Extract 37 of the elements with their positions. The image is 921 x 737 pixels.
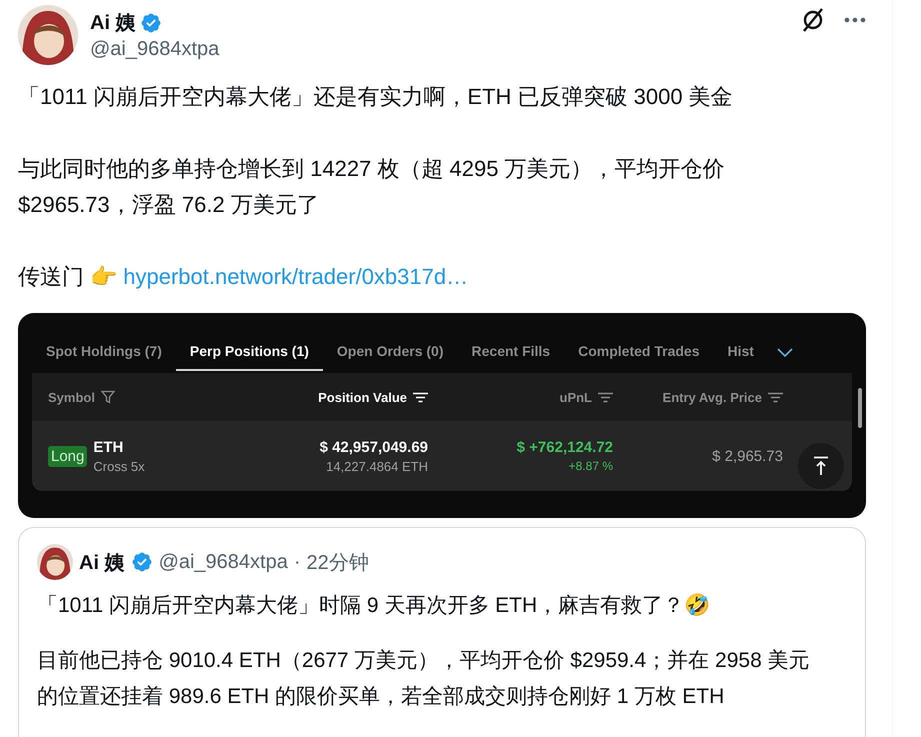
column-header[interactable]: Entry Avg. Price xyxy=(662,390,762,404)
tab[interactable]: Perp Positions (1) xyxy=(176,333,323,371)
upnl-value: $ +762,124.72 xyxy=(516,439,613,456)
side-tag: Long xyxy=(48,446,88,466)
post-text: 「1011 闪崩后开空内幕大佬」还是有实力啊，ETH 已反弹突破 3000 美金 xyxy=(18,83,734,111)
slashed-circle-icon[interactable] xyxy=(800,6,826,34)
author-handle[interactable]: @ai_9684xtpa xyxy=(90,38,788,61)
upnl-percent: +8.87 % xyxy=(568,459,613,473)
tab[interactable]: Spot Holdings (7) xyxy=(32,333,176,371)
tab[interactable]: Completed Trades xyxy=(564,333,714,371)
post-time[interactable]: 22分钟 xyxy=(306,548,369,576)
tab[interactable]: Hist xyxy=(713,333,768,371)
position-size: 14,227.4864 ETH xyxy=(326,458,428,474)
margin-mode: Cross 5x xyxy=(93,458,145,474)
scrollbar[interactable] xyxy=(858,388,862,428)
symbol: ETH xyxy=(93,438,124,456)
entry-price: $ 2,965.73 xyxy=(711,448,783,464)
post-text: 与此同时他的多单持仓增长到 14227 枚（超 4295 万美元），平均开仓价 $2965.73，浮盈 76.2 万美元了 xyxy=(18,155,726,219)
author-handle[interactable]: @ai_9684xtpa xyxy=(158,550,288,574)
separator-dot: · xyxy=(294,550,301,574)
filter-icon[interactable] xyxy=(100,390,115,404)
post-text: 「1011 闪崩后开空内幕大佬」时隔 9 天再次开多 ETH，麻吉有救了？🤣 xyxy=(37,592,712,619)
avatar-icon[interactable] xyxy=(37,544,73,580)
tab[interactable]: Recent Fills xyxy=(458,333,564,371)
post-text: 传送门 👉 hyperbot.network/trader/0xb317d… xyxy=(18,263,470,291)
author-name[interactable]: Ai 姨 xyxy=(90,9,136,36)
post-text: 目前他已持仓 9010.4 ETH（2677 万美元），平均开仓价 $2959.4；并在 2958 美元的位置还挂着 989.6 ETH 的限价买单，若全部成交则持仓刚好 1 万枚 ETH xyxy=(37,648,811,710)
trader-link[interactable]: hyperbot.network/trader/0xb317d… xyxy=(123,264,468,289)
column-header[interactable]: uPnL xyxy=(560,390,592,404)
column-header[interactable]: Position Value xyxy=(318,390,407,404)
tab[interactable]: Open Orders (0) xyxy=(322,333,458,371)
column-header[interactable]: Symbol xyxy=(48,390,95,404)
arrow-up-icon xyxy=(813,456,829,476)
chevron-down-icon[interactable] xyxy=(776,348,793,356)
author-name[interactable]: Ai 姨 xyxy=(79,548,125,576)
more-icon[interactable] xyxy=(844,17,866,23)
position-value: $ 42,957,049.69 xyxy=(320,438,428,456)
